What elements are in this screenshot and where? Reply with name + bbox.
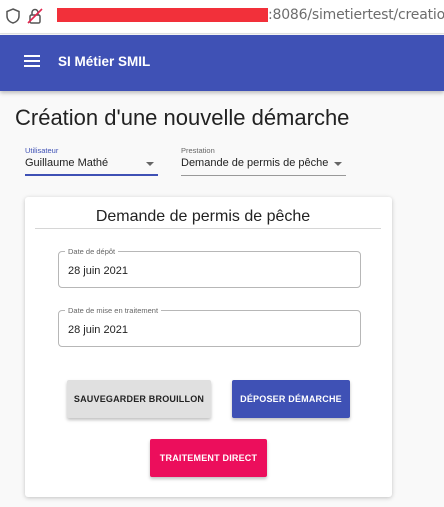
direct-processing-button[interactable]: TRAITEMENT DIRECT bbox=[150, 439, 267, 477]
prestation-select-underline bbox=[181, 175, 346, 176]
submit-demarche-button[interactable]: DÉPOSER DÉMARCHE bbox=[232, 380, 350, 418]
insecure-lock-icon[interactable] bbox=[26, 7, 44, 25]
browser-url-bar[interactable]: :8086/simetiertest/creation bbox=[0, 0, 444, 34]
card-divider bbox=[35, 228, 381, 229]
menu-icon[interactable] bbox=[24, 55, 40, 69]
prestation-select-label: Prestation bbox=[181, 146, 215, 155]
save-draft-button[interactable]: SAUVEGARDER BROUILLON bbox=[67, 380, 211, 418]
card-title: Demande de permis de pêche bbox=[95, 208, 311, 225]
user-select-label: Utilisateur bbox=[25, 146, 59, 155]
date-depot-value[interactable]: 28 juin 2021 bbox=[68, 265, 128, 277]
chevron-down-icon[interactable] bbox=[334, 162, 342, 166]
user-select-value: Guillaume Mathé bbox=[25, 157, 109, 169]
date-traitement-value[interactable]: 28 juin 2021 bbox=[68, 324, 128, 336]
prestation-select[interactable]: Prestation Demande de permis de pêche bbox=[181, 146, 346, 176]
chevron-down-icon[interactable] bbox=[146, 162, 154, 166]
demarche-card: Demande de permis de pêche Date de dépôt… bbox=[25, 197, 392, 497]
redacted-url-host bbox=[57, 8, 268, 22]
user-select[interactable]: Utilisateur Guillaume Mathé bbox=[25, 146, 158, 176]
user-select-underline bbox=[25, 174, 158, 176]
prestation-select-value: Demande de permis de pêche bbox=[181, 157, 329, 169]
date-traitement-label: Date de mise en traitement bbox=[65, 306, 162, 315]
app-toolbar: SI Métier SMIL bbox=[0, 35, 444, 91]
page-title: Création d'une nouvelle démarche bbox=[15, 105, 350, 130]
date-depot-field[interactable]: Date de dépôt 28 juin 2021 bbox=[58, 247, 361, 288]
shield-icon[interactable] bbox=[4, 7, 22, 25]
app-title: SI Métier SMIL bbox=[58, 54, 151, 69]
date-traitement-field[interactable]: Date de mise en traitement 28 juin 2021 bbox=[58, 306, 361, 347]
date-depot-label: Date de dépôt bbox=[65, 247, 119, 256]
url-path-text[interactable]: :8086/simetiertest/creation bbox=[268, 7, 444, 23]
